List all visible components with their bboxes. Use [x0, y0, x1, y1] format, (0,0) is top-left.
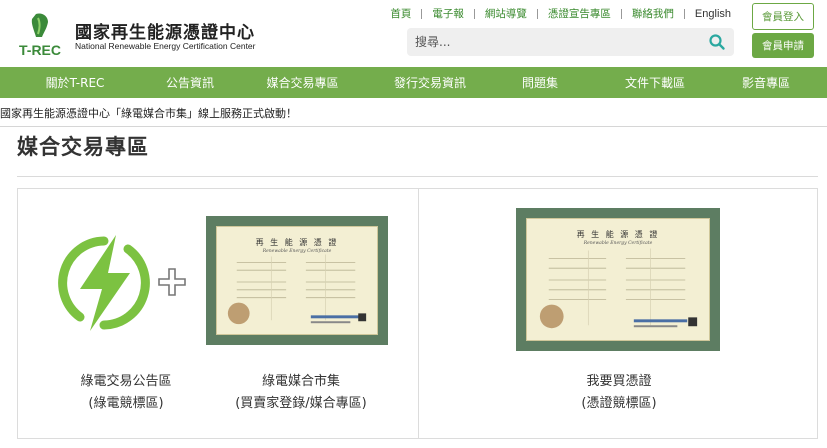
nav-item-announcements[interactable]: 公告資訊 — [150, 67, 230, 98]
announcement-marquee[interactable]: 國家再生能源憑證中心「綠電媒合市集」線上服務正式啟動！ — [0, 105, 297, 121]
certificate-paper: 再 生 能 源 憑 證 Renewable Energy Certificate — [216, 226, 378, 335]
certificate-paper: 再 生 能 源 憑 證 Renewable Energy Certificate — [526, 218, 710, 341]
green-power-market-caption[interactable]: 綠電媒合市集 (買賣家登錄/媒合專區) — [221, 371, 381, 415]
caption-line1: 我要買憑證 — [586, 374, 652, 389]
nav-item-issuance-info[interactable]: 發行交易資訊 — [375, 67, 485, 98]
nav-item-video[interactable]: 影音專區 — [715, 67, 817, 98]
top-link-english[interactable]: English — [685, 8, 731, 20]
divider — [0, 126, 827, 127]
certificate-image[interactable]: 再 生 能 源 憑 證 Renewable Energy Certificate — [206, 216, 388, 345]
top-link-declaration[interactable]: 憑證宣告專區 — [538, 6, 621, 21]
top-link-contact[interactable]: 聯絡我們 — [622, 6, 684, 21]
search-box — [407, 28, 734, 56]
top-link-sitemap[interactable]: 網站導覽 — [475, 6, 537, 21]
site-logo[interactable]: T-REC 國家再生能源憑證中心 National Renewable Ener… — [18, 10, 255, 60]
panel-green-power: 再 生 能 源 憑 證 Renewable Energy Certificate — [17, 188, 419, 439]
nav-item-faq[interactable]: 問題集 — [485, 67, 595, 98]
search-input[interactable] — [415, 32, 695, 52]
top-links: 首頁 電子報 網站導覽 憑證宣告專區 聯絡我們 English — [380, 6, 731, 21]
page-title: 媒合交易專區 — [17, 135, 149, 159]
title-divider — [17, 176, 818, 177]
caption-line2: (憑證競標區) — [581, 396, 657, 411]
member-apply-button[interactable]: 會員申請 — [752, 33, 814, 58]
caption-line1: 綠電交易公告區 — [80, 374, 172, 389]
caption-line2: (綠電競標區) — [88, 396, 164, 411]
top-link-home[interactable]: 首頁 — [380, 6, 421, 21]
logo-mark-text: T-REC — [19, 42, 61, 58]
search-icon[interactable] — [708, 33, 726, 51]
taiwan-logo-icon: T-REC — [19, 13, 61, 58]
lightning-bolt-icon[interactable] — [50, 229, 158, 337]
main-nav: 關於T-REC 公告資訊 媒合交易專區 發行交易資訊 問題集 文件下載區 影音專… — [0, 67, 827, 98]
caption-line2: (買賣家登錄/媒合專區) — [235, 396, 367, 411]
logo-name-en: National Renewable Energy Certification … — [75, 41, 256, 51]
nav-item-matching-trade[interactable]: 媒合交易專區 — [230, 67, 375, 98]
top-link-newsletter[interactable]: 電子報 — [422, 6, 474, 21]
plus-icon — [158, 268, 186, 296]
buy-certificate-caption[interactable]: 我要買憑證 (憑證競標區) — [539, 371, 699, 415]
certificate-image[interactable]: 再 生 能 源 憑 證 Renewable Energy Certificate — [516, 208, 720, 351]
nav-item-downloads[interactable]: 文件下載區 — [595, 67, 715, 98]
panel-buy-certificate: 再 生 能 源 憑 證 Renewable Energy Certificate — [418, 188, 818, 439]
certificate-artwork — [539, 248, 698, 329]
nav-item-about[interactable]: 關於T-REC — [0, 67, 150, 98]
logo-name-cn: 國家再生能源憑證中心 — [75, 23, 255, 43]
caption-line1: 綠電媒合市集 — [261, 374, 340, 389]
green-power-announcement-caption[interactable]: 綠電交易公告區 (綠電競標區) — [56, 371, 196, 415]
certificate-artwork — [227, 254, 367, 325]
member-login-button[interactable]: 會員登入 — [752, 3, 814, 30]
